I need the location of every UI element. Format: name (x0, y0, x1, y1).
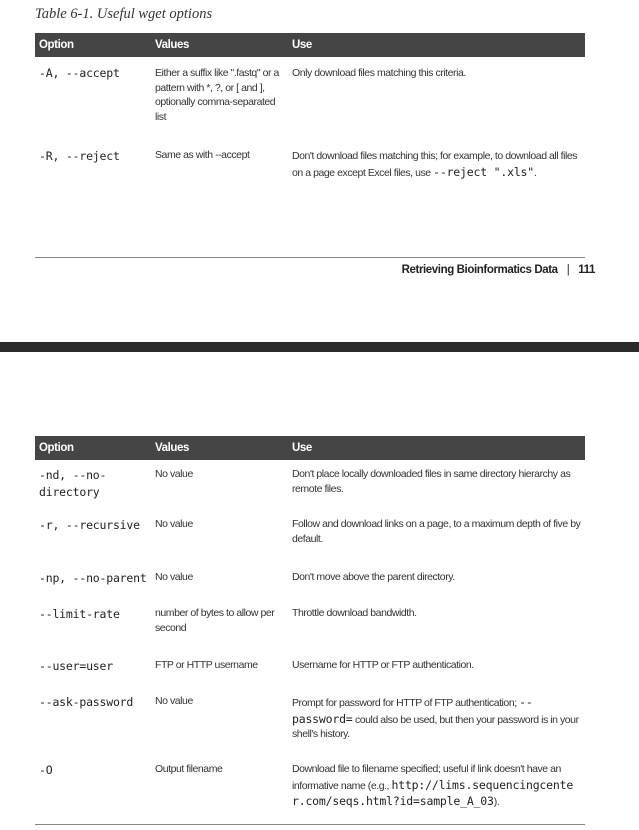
option-values: number of bytes to allow per second (155, 607, 275, 634)
option-values: Either a suffix like ".fastq" or a patte… (155, 67, 279, 123)
table-row: --ask-password No value Prompt for passw… (35, 686, 585, 754)
option-use: Only download files matching this criter… (292, 67, 466, 79)
bottom-rule (35, 824, 585, 825)
option-values: No value (155, 571, 193, 583)
option-use: Username for HTTP or FTP authentication. (292, 659, 474, 671)
option-values: Output filename (155, 763, 223, 775)
option-use: Don't place locally downloaded files in … (292, 468, 571, 495)
header-use: Use (288, 33, 585, 57)
table-header-row: Option Values Use (35, 436, 585, 460)
option-name: -R, --reject (39, 149, 120, 163)
code-snippet: --reject ".xls" (433, 164, 534, 179)
option-use: Follow and download links on a page, to … (292, 518, 581, 545)
option-name: -O (39, 763, 53, 777)
table-header-row: Option Values Use (35, 33, 585, 57)
option-name: --user=user (39, 659, 113, 673)
option-values: No value (155, 468, 193, 480)
option-name: -A, --accept (39, 66, 120, 80)
table-row: -np, --no-parent No value Don't move abo… (35, 562, 585, 598)
table-row: --limit-rate number of bytes to allow pe… (35, 598, 585, 650)
header-option: Option (35, 436, 151, 460)
wget-options-table-part1: Option Values Use -A, --accept Either a … (35, 33, 585, 202)
footer-separator: | (566, 264, 570, 276)
table-row: -A, --accept Either a suffix like ".fast… (35, 57, 585, 142)
page-break (0, 342, 639, 352)
table-caption: Table 6-1. Useful wget options (35, 6, 213, 22)
footer-rule (35, 257, 585, 258)
option-use: Download file to filename specified; use… (292, 763, 574, 808)
option-values: No value (155, 695, 193, 707)
option-name: -nd, --no-directory (39, 468, 107, 499)
table-row: -nd, --no-directory No value Don't place… (35, 460, 585, 509)
header-values: Values (151, 436, 288, 460)
table-row: -r, --recursive No value Follow and down… (35, 509, 585, 562)
page-112: Option Values Use -nd, --no-directory No… (0, 352, 639, 830)
option-values: FTP or HTTP username (155, 659, 258, 671)
table-row: -O Output filename Download file to file… (35, 754, 585, 820)
table-row: --user=user FTP or HTTP username Usernam… (35, 650, 585, 686)
header-use: Use (288, 436, 585, 460)
option-use: Prompt for password for HTTP of FTP auth… (292, 695, 579, 740)
option-use: Don't download files matching this; for … (292, 150, 578, 179)
header-values: Values (151, 33, 288, 57)
option-use: Throttle download bandwidth. (292, 607, 417, 619)
option-name: --limit-rate (39, 607, 120, 621)
header-option: Option (35, 33, 151, 57)
footer-title: Retrieving Bioinformatics Data (401, 264, 558, 276)
option-use: Don't move above the parent directory. (292, 571, 455, 583)
option-name: -np, --no-parent (39, 571, 147, 585)
option-values: No value (155, 518, 193, 530)
option-name: -r, --recursive (39, 518, 140, 532)
option-name: --ask-password (39, 695, 134, 709)
page-number: 111 (578, 264, 595, 276)
table-row: -R, --reject Same as with --accept Don't… (35, 142, 585, 202)
option-values: Same as with --accept (155, 149, 250, 161)
wget-options-table-part2: Option Values Use -nd, --no-directory No… (35, 436, 585, 820)
page-footer: Retrieving Bioinformatics Data | 111 (401, 264, 596, 276)
page-111: Table 6-1. Useful wget options Option Va… (0, 0, 639, 342)
